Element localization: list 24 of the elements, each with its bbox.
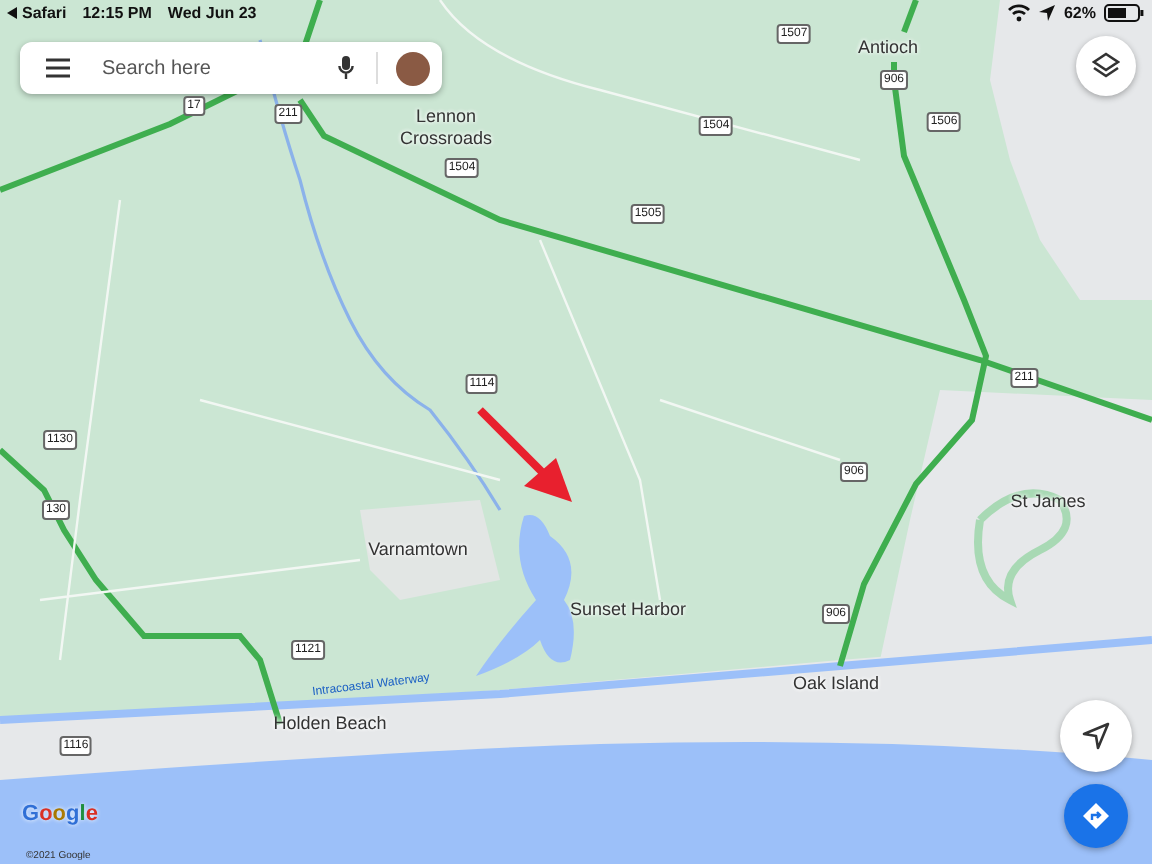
place-label: Sunset Harbor — [569, 599, 687, 621]
navigation-arrow-icon — [1082, 722, 1110, 750]
search-bar[interactable]: Search here — [20, 42, 442, 94]
place-label: Antioch — [857, 37, 919, 59]
directions-icon — [1082, 802, 1110, 830]
status-date: Wed Jun 23 — [167, 2, 257, 24]
profile-avatar[interactable] — [396, 51, 430, 85]
menu-icon[interactable] — [46, 58, 70, 78]
place-label: Lennon Crossroads — [400, 106, 492, 150]
back-to-app-label[interactable]: Safari — [22, 2, 67, 24]
wifi-icon — [1007, 4, 1030, 22]
battery-icon — [1104, 4, 1144, 22]
layers-icon — [1092, 52, 1120, 80]
microphone-icon[interactable] — [338, 56, 354, 80]
status-time: 12:15 PM — [82, 2, 152, 24]
search-field[interactable]: Search here — [98, 55, 326, 81]
place-label: Holden Beach — [273, 713, 387, 735]
place-label: Varnamtown — [368, 539, 468, 561]
place-label: St James — [1010, 491, 1086, 513]
location-arrow-icon — [1037, 4, 1056, 22]
place-label: Oak Island — [792, 673, 880, 695]
google-logo: Google — [22, 802, 98, 826]
back-icon[interactable] — [6, 6, 18, 20]
battery-percentage: 62% — [1063, 2, 1096, 24]
